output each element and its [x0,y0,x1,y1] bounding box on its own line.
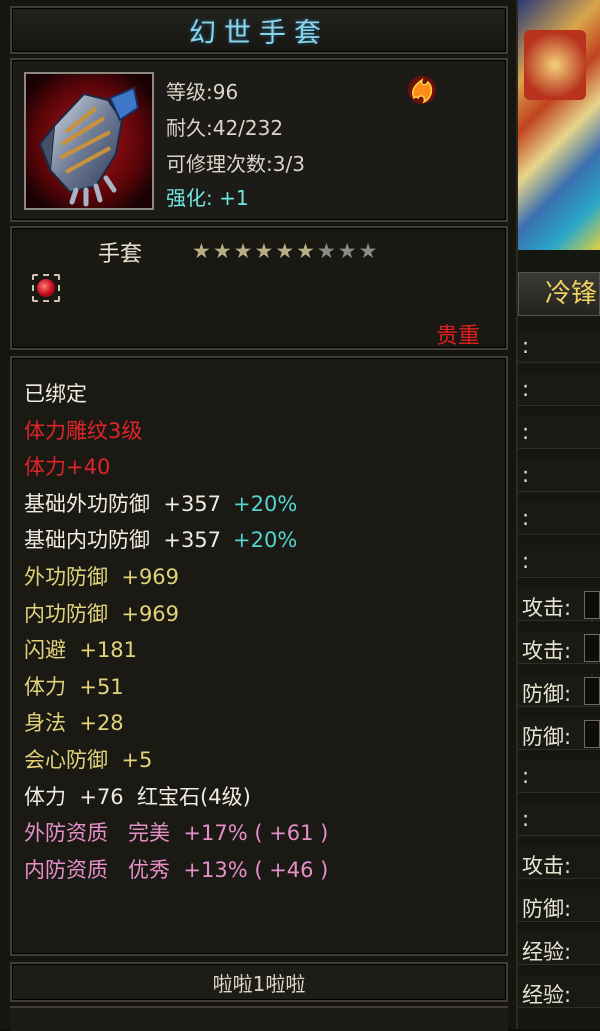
attribute-line: 外功防御 +969 [24,561,179,591]
attribute-line: 内防资质 优秀 +13% ( +46 ) [24,854,328,884]
attribute-text: 体力+40 [24,455,111,480]
description-strip [10,1006,508,1031]
promo-banner[interactable] [518,0,600,250]
attribute-line: 体力雕纹3级 [24,415,142,445]
attribute-text: 内防资质 优秀 +13% ( +46 ) [24,857,329,882]
side-stat-row: 防御: [518,889,600,922]
gem-slot-icon [32,274,60,302]
side-stat-label: : [522,420,530,444]
side-stat-label: 攻击: [522,596,572,620]
attribute-line: 外防资质 完美 +17% ( +61 ) [24,817,328,847]
item-level: 等级:96 [166,80,239,104]
gauntlet-icon [24,72,154,210]
item-type: 手套 [98,242,143,267]
tooltip-title-bar: 幻世手套 [10,6,508,54]
side-stat-label: 攻击: [522,639,572,663]
attribute-text: 基础内功防御 +357 [24,528,222,553]
side-stat-label: 经验: [522,940,572,964]
side-stat-value [584,677,600,705]
background-side-panel: 冷锋 :::::: 攻击: 攻击: 防御: 防御::: 攻击: 防御: 经验: 经验: [518,0,600,1029]
side-stat-row: 攻击: [518,588,600,621]
attribute-line: 身法 +28 [24,707,124,737]
attribute-text: 体力雕纹3级 [24,418,143,443]
side-stat-row: 经验: [518,932,600,965]
star-filled-icon: ★ [212,239,232,263]
side-stat-row: : [518,760,600,793]
attribute-line: 已绑定 [24,378,87,408]
attribute-line: 内功防御 +969 [24,598,179,628]
star-filled-icon: ★ [233,239,253,263]
star-empty-icon: ★ [337,239,357,263]
star-empty-icon: ★ [316,239,336,263]
attribute-text: 会心防御 +5 [24,748,153,772]
side-stat-label: : [522,764,530,788]
item-header: 等级:96 耐久:42/232 可修理次数:3/3 强化: +1 [10,58,508,222]
side-stat-label: : [522,377,530,401]
side-stat-label: : [522,549,530,573]
gift-icon [524,30,586,100]
attribute-line: 体力 +76 红宝石(4级) [24,781,251,811]
side-stat-label: 经验: [522,983,572,1007]
attribute-text: 已绑定 [24,382,87,406]
attribute-text: 内功防御 +969 [24,601,180,626]
attribute-list: 已绑定 体力雕纹3级 体力+40 基础外功防御 +357 +20% 基础内功防御 +357… [10,356,508,956]
attribute-text: 身法 +28 [24,711,124,736]
attribute-line: 基础内功防御 +357 +20% [24,524,297,554]
fire-emblem-icon [404,72,440,108]
item-tooltip: 幻世手套 等级:96 耐久:42/232 可修理次数:3/3 强化: +1 手套… [0,0,518,1031]
item-type-section: 手套 ★ ★ ★ ★ ★ ★ ★ ★ ★ 贵重 [10,226,508,350]
attribute-text: 体力 +51 [24,674,124,699]
owner-section: 啦啦1啦啦 [10,962,508,1002]
side-stat-row: : [518,373,600,406]
attribute-text: 体力 +76 红宝石(4级) [24,784,251,809]
side-stat-label: : [522,463,530,487]
side-stat-label: : [522,807,530,831]
attribute-line: 闪避 +181 [24,634,137,664]
attribute-text: 闪避 +181 [24,638,138,663]
star-empty-icon: ★ [358,239,378,263]
attribute-line: 会心防御 +5 [24,744,152,774]
attribute-text: 基础外功防御 +357 [24,491,222,516]
star-filled-icon: ★ [254,239,274,263]
star-rating: ★ ★ ★ ★ ★ ★ ★ ★ ★ [192,241,377,262]
side-stat-label: : [522,334,530,358]
side-stat-value [584,591,600,619]
side-tab[interactable]: 冷锋 [518,272,600,316]
side-stat-row: : [518,545,600,578]
item-name: 幻世手套 [189,17,329,49]
rarity-label: 贵重 [435,324,480,349]
star-filled-icon: ★ [296,239,315,263]
attribute-text: 外防资质 完美 +17% ( +61 ) [24,821,329,846]
side-stat-row: 防御: [518,717,600,750]
star-filled-icon: ★ [192,239,211,263]
owner-name: 啦啦1啦啦 [212,971,306,996]
side-stat-row: : [518,459,600,492]
side-stat-label: 防御: [522,897,572,921]
attribute-text: 外功防御 +969 [24,565,180,589]
star-filled-icon: ★ [275,239,295,263]
side-stat-row: 经验: [518,975,600,1008]
side-stat-row: 攻击: [518,631,600,664]
side-stat-label: : [522,506,530,530]
side-stat-row: : [518,416,600,449]
item-durability: 耐久:42/232 [166,116,284,140]
side-stat-value [584,720,600,748]
attribute-line: 基础外功防御 +357 +20% [24,488,297,518]
side-stat-row: : [518,330,600,363]
side-stat-row: 防御: [518,674,600,707]
side-stat-label: 防御: [522,682,572,706]
side-stat-label: 攻击: [522,854,572,878]
attribute-line: 体力 +51 [24,671,124,701]
item-repairs: 可修理次数:3/3 [166,152,305,176]
attribute-line: 体力+40 [24,451,110,481]
side-stat-row: : [518,502,600,535]
side-stat-value [584,634,600,662]
side-stat-label: 防御: [522,725,572,749]
attribute-bonus: +20% [233,528,298,553]
side-stat-row: : [518,803,600,836]
attribute-bonus: +20% [233,491,298,516]
side-stat-row: 攻击: [518,846,600,879]
item-enhance: 强化: +1 [166,186,249,210]
